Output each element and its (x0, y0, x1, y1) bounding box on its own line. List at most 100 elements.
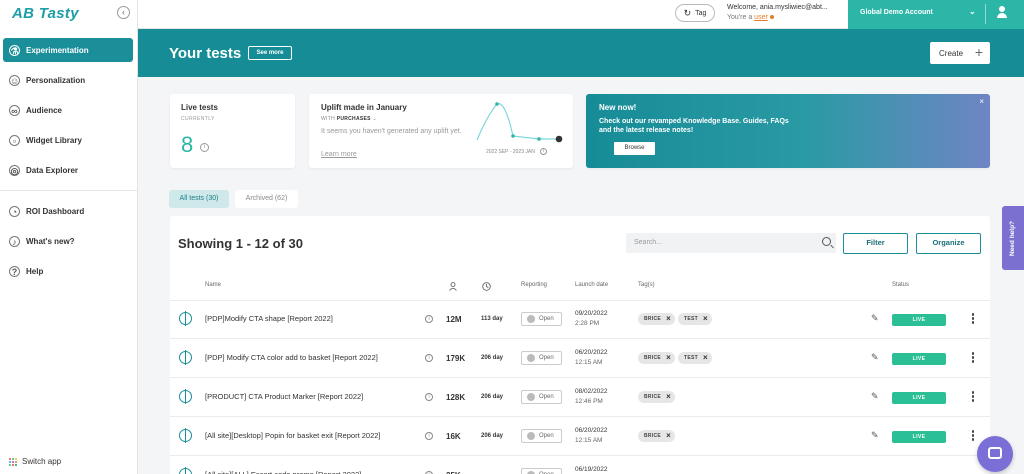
status-badge[interactable]: LIVE (892, 314, 946, 326)
filter-button[interactable]: Filter (843, 233, 908, 254)
remove-tag-icon[interactable]: × (666, 391, 671, 403)
tab-all-tests[interactable]: All tests (30) (169, 190, 229, 208)
ab-test-icon (179, 389, 192, 404)
column-header-status[interactable]: Status (892, 282, 909, 288)
edit-icon[interactable]: ✎ (871, 313, 879, 324)
launch-date: 06/20/2022 12:15 AM (575, 348, 608, 368)
create-button[interactable]: Create + (930, 42, 990, 64)
edit-icon[interactable]: ✎ (871, 391, 879, 402)
tag-chip[interactable]: BRICE × (638, 391, 676, 403)
sidebar-item-label: Data Explorer (26, 165, 79, 175)
info-icon[interactable]: i (425, 354, 433, 362)
info-icon[interactable]: i (425, 315, 433, 323)
edit-icon[interactable]: ✎ (871, 430, 879, 441)
info-icon[interactable]: i (425, 393, 433, 401)
info-icon[interactable]: i (425, 432, 433, 440)
launch-date-day: 09/20/2022 (575, 310, 608, 317)
status-dot-icon (769, 15, 774, 19)
info-icon[interactable]: i (200, 143, 209, 152)
collapse-sidebar-icon[interactable]: ‹ (117, 6, 130, 19)
sidebar-item-widget-library[interactable]: ▫ Widget Library (3, 128, 133, 152)
welcome-message: Welcome, ania.mysliwiec@abt... You're a … (727, 3, 835, 23)
see-more-button[interactable]: See more (248, 46, 292, 60)
chat-launcher[interactable] (977, 436, 1013, 472)
remove-tag-icon[interactable]: × (666, 352, 671, 364)
switch-app-label: Switch app (22, 457, 62, 466)
info-icon[interactable]: i (539, 148, 547, 155)
report-icon (527, 315, 535, 323)
more-options-icon[interactable] (971, 313, 975, 325)
tab-archived[interactable]: Archived (62) (235, 190, 298, 208)
status-badge[interactable]: LIVE (892, 431, 946, 443)
sidebar-item-data-explorer[interactable]: ◎ Data Explorer (3, 158, 133, 182)
column-header-reporting[interactable]: Reporting (521, 282, 547, 288)
need-help-tab[interactable]: Need help? (1002, 206, 1024, 270)
test-name[interactable]: [PRODUCT] CTA Product Marker [Report 202… (205, 392, 363, 401)
test-name[interactable]: [All site][Desktop] Popin for basket exi… (205, 431, 381, 440)
remove-tag-icon[interactable]: × (703, 352, 708, 364)
sidebar-item-whats-new[interactable]: ♪ What's new? (3, 229, 133, 253)
column-header-tags[interactable]: Tag(s) (638, 282, 655, 288)
sidebar: AB Tasty ‹ ⚗ Experimentation ☺ Personali… (0, 0, 138, 474)
report-icon (527, 432, 535, 440)
clock-column-icon[interactable] (482, 282, 491, 293)
table-row[interactable]: [PDP] Modify CTA color add to basket [Re… (170, 340, 990, 378)
sidebar-item-audience[interactable]: ∞ Audience (3, 98, 133, 122)
tag-button[interactable]: ↻ Tag (675, 4, 715, 22)
sidebar-item-personalization[interactable]: ☺ Personalization (3, 68, 133, 92)
role-link[interactable]: user (754, 14, 768, 21)
open-report-button[interactable]: Open (521, 429, 562, 443)
ab-tasty-logo[interactable]: AB Tasty (12, 5, 79, 22)
tag-chip[interactable]: BRICE × (638, 352, 676, 364)
browse-button[interactable]: Browse (614, 142, 655, 155)
tag-chip[interactable]: BRICE × (638, 430, 676, 442)
open-report-button[interactable]: Open (521, 390, 562, 404)
search-icon[interactable] (822, 237, 831, 246)
account-name: Global Demo Account (860, 9, 933, 16)
column-header-name[interactable]: Name (205, 282, 221, 288)
user-avatar-icon[interactable] (996, 6, 1008, 20)
ab-test-icon (179, 428, 192, 443)
chat-icon (988, 447, 1002, 459)
remove-tag-icon[interactable]: × (666, 313, 671, 325)
visitors-column-icon[interactable] (449, 282, 457, 293)
close-icon[interactable]: × (979, 97, 984, 106)
uplift-metric-selector[interactable]: WITH PURCHASES ⌄ (321, 116, 377, 122)
test-name[interactable]: [PDP] Modify CTA color add to basket [Re… (205, 353, 378, 362)
more-options-icon[interactable] (971, 352, 975, 364)
launch-date-time: 12:15 AM (575, 437, 603, 444)
table-row[interactable]: [PRODUCT] CTA Product Marker [Report 202… (170, 379, 990, 417)
open-report-button[interactable]: Open (521, 312, 562, 326)
tag-chip[interactable]: BRICE × (638, 313, 676, 325)
table-row[interactable]: [PDP]Modify CTA shape [Report 2022] i 12M 1… (170, 301, 990, 339)
welcome-text: Welcome, ania.mysliwiec@abt... (727, 4, 828, 11)
flask-icon: ⚗ (9, 44, 20, 56)
status-badge[interactable]: LIVE (892, 353, 946, 365)
remove-tag-icon[interactable]: × (703, 313, 708, 325)
learn-more-link[interactable]: Learn more (321, 151, 357, 158)
open-report-button[interactable]: Open (521, 351, 562, 365)
more-options-icon[interactable] (971, 430, 975, 442)
test-name[interactable]: [PDP]Modify CTA shape [Report 2022] (205, 314, 333, 323)
open-report-label: Open (539, 316, 554, 322)
sidebar-divider (0, 190, 138, 191)
column-header-launch-date[interactable]: Launch date (575, 282, 608, 288)
tag-chip[interactable]: TEST × (678, 313, 713, 325)
remove-tag-icon[interactable]: × (666, 430, 671, 442)
sidebar-item-roi-dashboard[interactable]: ◔ ROI Dashboard (3, 199, 133, 223)
account-switcher[interactable]: Global Demo Account ⌄ (848, 0, 1024, 29)
open-report-label: Open (539, 394, 554, 400)
tag-chip[interactable]: TEST × (678, 352, 713, 364)
status-badge[interactable]: LIVE (892, 392, 946, 404)
more-options-icon[interactable] (971, 391, 975, 403)
search-input[interactable]: Search... (626, 233, 836, 253)
organize-button[interactable]: Organize (916, 233, 981, 254)
sidebar-item-experimentation[interactable]: ⚗ Experimentation (3, 38, 133, 62)
table-row[interactable]: [All site][ALL] Escort code promo [Repor… (170, 457, 990, 474)
edit-icon[interactable]: ✎ (871, 352, 879, 363)
switch-app-button[interactable]: Switch app (8, 457, 61, 466)
table-row[interactable]: [All site][Desktop] Popin for basket exi… (170, 418, 990, 456)
sidebar-item-help[interactable]: ? Help (3, 259, 133, 283)
test-name[interactable]: [All site][ALL] Escort code promo [Repor… (205, 470, 361, 474)
open-report-button[interactable]: Open (521, 468, 562, 474)
